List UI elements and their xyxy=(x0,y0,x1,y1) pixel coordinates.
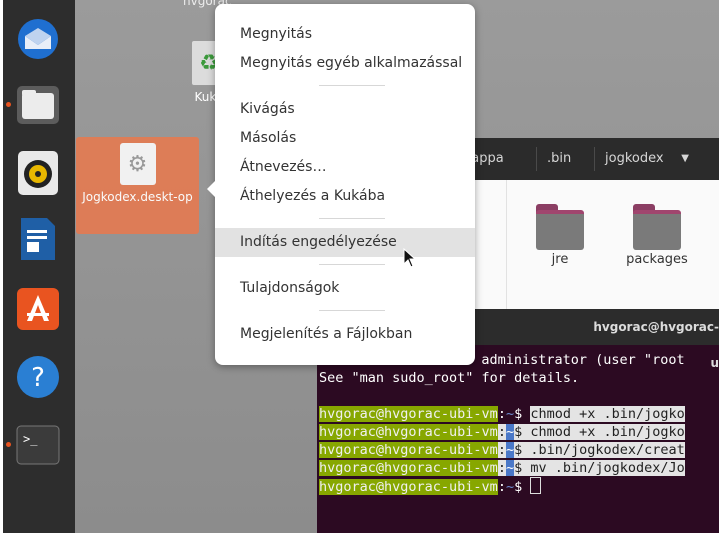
help-icon[interactable]: ? xyxy=(13,352,63,402)
file-label: Jogkodex.deskt-op xyxy=(82,190,193,204)
terminal-title-text: hvgorac@hvgorac-u xyxy=(593,320,719,370)
writer-icon[interactable] xyxy=(13,214,63,264)
terminal-line: hvgorac@hvgorac-ubi-vm:~$ mv .bin/jogkod… xyxy=(319,460,685,476)
folder-label[interactable]: packages xyxy=(612,252,702,267)
context-menu: Megnyitás Megnyitás egyéb alkalmazással … xyxy=(207,4,475,365)
chevron-down-icon: ▼ xyxy=(681,153,689,164)
menu-separator xyxy=(319,264,385,265)
gear-icon: ⚙ xyxy=(119,143,156,185)
menu-item-open-with[interactable]: Megnyitás egyéb alkalmazással xyxy=(215,49,475,78)
folder-icon[interactable] xyxy=(536,204,584,250)
menu-item-allow-launching[interactable]: Indítás engedélyezése xyxy=(215,228,475,257)
menu-item-rename[interactable]: Átnevezés… xyxy=(215,153,475,182)
menu-separator xyxy=(319,218,385,219)
terminal-icon[interactable]: >_ xyxy=(13,420,63,470)
terminal-line: hvgorac@hvgorac-ubi-vm:~$ chmod +x .bin/… xyxy=(319,406,685,422)
terminal-line: hvgorac@hvgorac-ubi-vm:~$ chmod +x .bin/… xyxy=(319,424,685,440)
terminal-output: See "man sudo_root" for details. xyxy=(319,370,580,386)
mouse-pointer-icon xyxy=(403,247,417,272)
software-icon[interactable] xyxy=(13,284,63,334)
breadcrumb-item[interactable]: jogkodex ▼ xyxy=(594,147,697,171)
terminal-output: as administrator (user "root xyxy=(457,352,685,368)
selected-desktop-file[interactable]: ⚙ Jogkodex.deskt-op xyxy=(76,137,199,234)
files-icon[interactable] xyxy=(13,80,63,130)
screen: ? >_ hvgorac ♻ Kuka ⚙ Jogkodex.deskt-op … xyxy=(3,0,719,533)
terminal-cursor xyxy=(530,477,542,494)
running-indicator xyxy=(6,442,11,447)
breadcrumb-current: jogkodex xyxy=(605,151,664,166)
menu-item-cut[interactable]: Kivágás xyxy=(215,95,475,124)
menu-separator xyxy=(319,85,385,86)
folder-icon[interactable] xyxy=(633,204,681,250)
sidebar-divider xyxy=(506,180,507,328)
folder-label[interactable]: jre xyxy=(515,252,605,267)
menu-item-copy[interactable]: Másolás xyxy=(215,124,475,153)
terminal-prompt[interactable]: hvgorac@hvgorac-ubi-vm:~$ xyxy=(319,477,542,496)
running-indicator xyxy=(6,102,11,107)
menu-item-properties[interactable]: Tulajdonságok xyxy=(215,274,475,303)
rhythmbox-icon[interactable] xyxy=(13,148,63,198)
svg-text:>_: >_ xyxy=(23,432,38,446)
menu-item-show-in-files[interactable]: Megjelenítés a Fájlokban xyxy=(215,320,475,349)
svg-text:?: ? xyxy=(31,363,45,393)
menu-item-open[interactable]: Megnyitás xyxy=(215,20,475,49)
dock: ? >_ xyxy=(3,0,75,533)
terminal-line: hvgorac@hvgorac-ubi-vm:~$ .bin/jogkodex/… xyxy=(319,442,685,458)
menu-item-move-to-trash[interactable]: Áthelyezés a Kukába xyxy=(215,182,475,211)
thunderbird-icon[interactable] xyxy=(13,14,63,64)
menu-separator xyxy=(319,310,385,311)
breadcrumb-item[interactable]: .bin xyxy=(536,147,581,171)
